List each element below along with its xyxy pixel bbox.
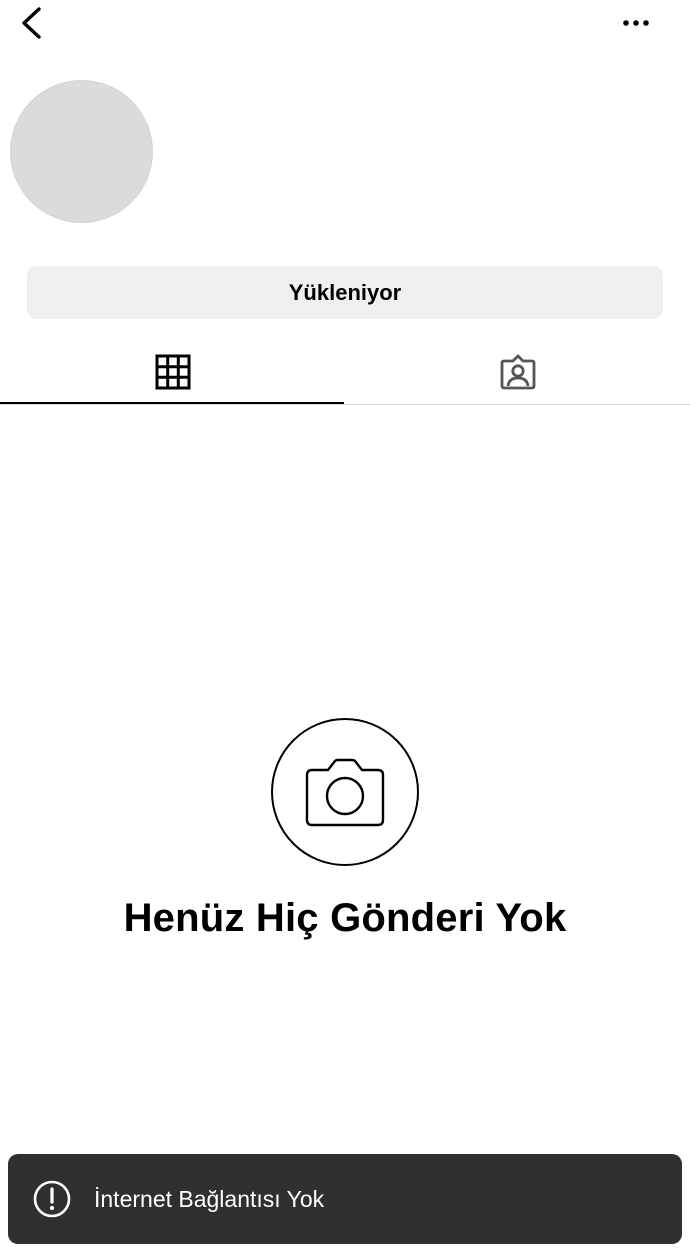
profile-tabs (0, 340, 690, 405)
avatar[interactable] (10, 80, 153, 223)
exclamation-circle-icon (33, 1180, 71, 1218)
loading-button[interactable]: Yükleniyor (27, 266, 663, 319)
chevron-left-icon (22, 7, 41, 39)
back-button[interactable] (14, 2, 54, 42)
loading-button-label: Yükleniyor (288, 279, 402, 305)
tab-posts[interactable] (0, 340, 345, 404)
toast-message: İnternet Bağlantısı Yok (94, 1185, 325, 1212)
empty-state-title: Henüz Hiç Gönderi Yok (123, 896, 567, 940)
more-options-button[interactable] (614, 8, 658, 38)
tagged-user-icon (500, 354, 535, 390)
empty-state: Henüz Hiç Gönderi Yok (0, 718, 690, 941)
profile-screen: Yükleniyor Henüz Hiç Gönderi Yok İnterne… (0, 0, 690, 1248)
tab-tagged[interactable] (345, 340, 690, 404)
camera-circle (271, 718, 419, 866)
more-horizontal-icon (623, 20, 649, 26)
toast: İnternet Bağlantısı Yok (8, 1154, 682, 1244)
active-tab-indicator (0, 402, 344, 404)
camera-icon (305, 758, 385, 827)
top-bar (0, 0, 690, 48)
grid-icon (155, 354, 190, 390)
